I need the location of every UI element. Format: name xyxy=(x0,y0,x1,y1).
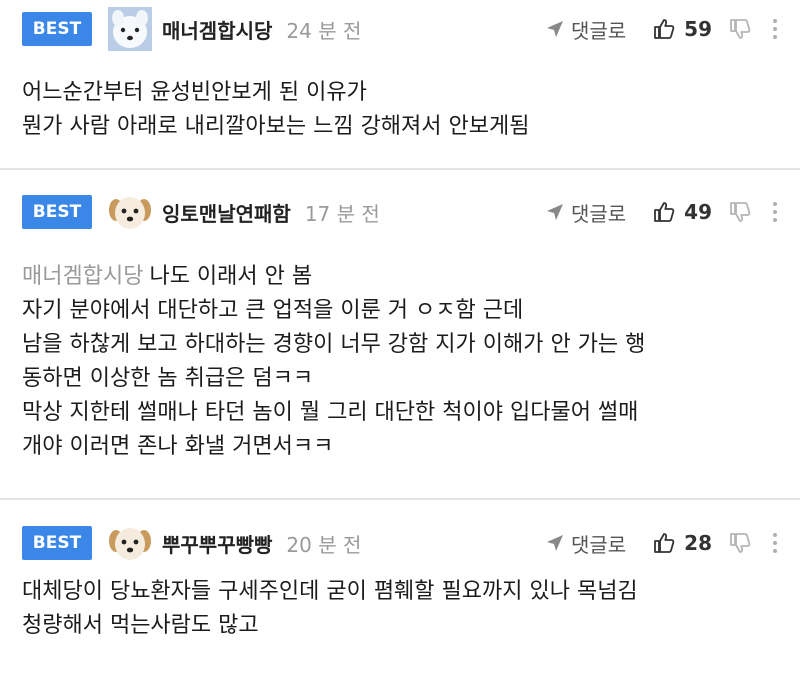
puppy-face-icon xyxy=(109,197,151,229)
comment-header: BEST 잉토맨날연패함 17 분 전 댓글로 49 xyxy=(22,187,778,237)
best-badge: BEST xyxy=(22,526,92,560)
mention-nickname[interactable]: 매너겜합시당 xyxy=(22,264,143,289)
comment-line: 개야 이러면 존나 화낼 거면서ㅋㅋ xyxy=(22,434,334,459)
comment-actions: 댓글로 28 xyxy=(545,529,778,558)
comment-line: 어느순간부터 윤성빈안보게 된 이유가 xyxy=(22,80,367,105)
send-arrow-icon xyxy=(546,535,563,551)
timestamp: 24 분 전 xyxy=(286,18,362,43)
comment-item: BEST 잉토맨날연패함 17 분 전 댓글로 49 매너겜합시당 나도 이래서… xyxy=(0,170,800,500)
comment-actions: 댓글로 59 xyxy=(545,15,778,44)
reply-label: 댓글로 xyxy=(570,18,627,43)
more-options-button[interactable] xyxy=(772,18,778,40)
nickname[interactable]: 매너겜합시당 xyxy=(162,15,272,44)
comment-line: 막상 지한테 썰매나 타던 놈이 뭘 그리 대단한 척이야 입다물어 썰매 xyxy=(22,400,639,425)
puppy-avatar[interactable] xyxy=(108,190,152,234)
more-options-button[interactable] xyxy=(772,532,778,554)
send-arrow-icon xyxy=(546,21,563,37)
best-badge: BEST xyxy=(22,12,92,46)
dislike-button[interactable] xyxy=(728,531,752,555)
comment-line: 청량해서 먹는사람도 많고 xyxy=(22,613,259,638)
white-dog-face-icon xyxy=(108,7,152,51)
thumbs-up-icon xyxy=(654,19,675,39)
puppy-face-icon xyxy=(109,528,151,560)
reply-label: 댓글로 xyxy=(570,532,627,557)
comment-actions: 댓글로 49 xyxy=(545,198,778,227)
like-button[interactable]: 28 xyxy=(652,531,712,555)
comment-line: 동하면 이상한 놈 취급은 덤ㅋㅋ xyxy=(22,366,314,391)
timestamp: 17 분 전 xyxy=(304,201,380,226)
thumbs-up-icon xyxy=(654,533,675,553)
white-dog-avatar[interactable] xyxy=(108,7,152,51)
comment-item: BEST 뿌꾸뿌꾸빵빵 20 분 전 댓글로 28 대체당이 당뇨환자들 구세주… xyxy=(0,500,800,687)
best-badge: BEST xyxy=(22,195,92,229)
comment-body: 어느순간부터 윤성빈안보게 된 이유가 뭔가 사람 아래로 내리깔아보는 느낌 … xyxy=(22,76,778,144)
like-count: 49 xyxy=(684,200,712,224)
comment-body: 대체당이 당뇨환자들 구세주인데 굳이 폄훼할 필요까지 있나 목넘김 청량해서… xyxy=(22,575,778,643)
reply-button[interactable]: 댓글로 xyxy=(545,198,626,227)
timestamp: 20 분 전 xyxy=(286,532,362,557)
comment-line: 대체당이 당뇨환자들 구세주인데 굳이 폄훼할 필요까지 있나 목넘김 xyxy=(22,579,638,604)
comment-item: BEST 매너겜합시당 24 분 전 댓글로 59 어느순간부터 윤성빈안보게 … xyxy=(0,0,800,170)
comment-header: BEST 뿌꾸뿌꾸빵빵 20 분 전 댓글로 28 xyxy=(22,518,778,568)
more-options-button[interactable] xyxy=(772,201,778,223)
more-vertical-icon xyxy=(773,533,777,553)
more-vertical-icon xyxy=(773,19,777,39)
thumbs-up-icon xyxy=(654,202,675,222)
reply-button[interactable]: 댓글로 xyxy=(545,529,626,558)
more-vertical-icon xyxy=(773,202,777,222)
like-count: 59 xyxy=(684,17,712,41)
dislike-button[interactable] xyxy=(728,17,752,41)
send-arrow-icon xyxy=(546,204,563,220)
comment-line: 자기 분야에서 대단하고 큰 업적을 이룬 거 ㅇㅈ함 근데 xyxy=(22,298,524,323)
nickname[interactable]: 뿌꾸뿌꾸빵빵 xyxy=(162,529,272,558)
reply-label: 댓글로 xyxy=(570,201,627,226)
thumbs-down-icon xyxy=(730,19,751,39)
reply-button[interactable]: 댓글로 xyxy=(545,15,626,44)
comment-line: 뭔가 사람 아래로 내리깔아보는 느낌 강해져서 안보게됨 xyxy=(22,114,530,139)
comment-body: 매너겜합시당 나도 이래서 안 봄 자기 분야에서 대단하고 큰 업적을 이룬 거… xyxy=(22,260,778,464)
like-button[interactable]: 59 xyxy=(652,17,712,41)
comment-line: 매너겜합시당 나도 이래서 안 봄 xyxy=(22,260,778,294)
thumbs-down-icon xyxy=(730,202,751,222)
like-button[interactable]: 49 xyxy=(652,200,712,224)
like-count: 28 xyxy=(684,531,712,555)
puppy-avatar[interactable] xyxy=(108,521,152,565)
comment-text: 나도 이래서 안 봄 xyxy=(149,264,313,289)
comment-line: 남을 하찮게 보고 하대하는 경향이 너무 강함 지가 이해가 안 가는 행 xyxy=(22,332,646,357)
nickname[interactable]: 잉토맨날연패함 xyxy=(162,198,291,227)
dislike-button[interactable] xyxy=(728,200,752,224)
comment-header: BEST 매너겜합시당 24 분 전 댓글로 59 xyxy=(22,4,778,54)
thumbs-down-icon xyxy=(730,533,751,553)
